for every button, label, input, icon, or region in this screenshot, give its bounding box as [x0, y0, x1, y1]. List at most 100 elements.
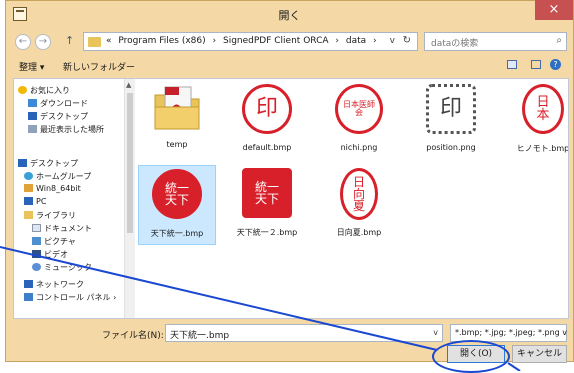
sidebar-item-pictures[interactable]: ピクチャ	[32, 236, 76, 248]
breadcrumb-signedpdf[interactable]: SignedPDF Client ORCA	[223, 36, 329, 46]
back-button[interactable]: ←	[15, 34, 31, 50]
filename-field[interactable]: 天下統一.bmp v	[165, 324, 443, 342]
chevron-down-icon[interactable]: v	[433, 328, 438, 337]
seal-thumbnail: 印	[239, 84, 295, 140]
folder-pdf-icon	[149, 81, 205, 137]
sidebar-item-favorites[interactable]: お気に入り	[18, 85, 70, 97]
open-file-dialog: 開く × ← → ↑ « Program Files (x86) › Signe…	[5, 0, 574, 363]
seal-image: 印	[426, 84, 476, 134]
content-area: お気に入り ダウンロード デスクトップ 最近表示した場所 デスクトップ ホームグ…	[13, 78, 569, 319]
new-folder-button[interactable]: 新しいフォルダー	[63, 60, 135, 73]
filename-value[interactable]: 天下統一.bmp	[170, 328, 229, 341]
seal-thumbnail: 日向夏	[331, 168, 387, 224]
seal-thumbnail: 印	[423, 84, 479, 140]
breadcrumb-data[interactable]: data	[346, 36, 366, 46]
control-panel-icon	[24, 293, 33, 301]
sidebar-item-videos[interactable]: ビデオ	[32, 249, 68, 261]
file-type-filter[interactable]: *.bmp; *.jpg; *.jpeg; *.png v	[450, 324, 567, 342]
search-input[interactable]: dataの検索	[431, 36, 478, 49]
homegroup-icon	[24, 172, 33, 180]
refresh-icon[interactable]: ↻	[403, 35, 411, 46]
file-item-tenka-toitsu-2[interactable]: 統一天下 天下統一２.bmp	[228, 165, 306, 238]
file-name: default.bmp	[242, 143, 292, 152]
navigation-pane: お気に入り ダウンロード デスクトップ 最近表示した場所 デスクトップ ホームグ…	[14, 79, 124, 318]
up-button[interactable]: ↑	[65, 34, 74, 47]
sidebar-item-documents[interactable]: ドキュメント	[32, 223, 92, 235]
help-icon[interactable]: ?	[550, 59, 561, 70]
network-icon	[24, 280, 33, 288]
file-name: nichi.png	[340, 143, 378, 152]
forward-button[interactable]: →	[35, 34, 51, 50]
sidebar-item-libraries[interactable]: ライブラリ	[24, 210, 76, 222]
search-box[interactable]: dataの検索 ⌕	[424, 32, 567, 51]
scroll-up-arrow-icon[interactable]: ▲	[126, 81, 131, 89]
cancel-button[interactable]: キャンセル	[512, 345, 567, 363]
close-button[interactable]: ×	[535, 0, 573, 20]
download-icon	[28, 99, 37, 107]
filename-label: ファイル名(N):	[102, 331, 164, 341]
file-name: 日向夏.bmp	[336, 228, 382, 237]
sidebar-item-downloads[interactable]: ダウンロード	[28, 98, 88, 110]
file-item-position[interactable]: 印 position.png	[412, 81, 490, 152]
seal-image: 日本	[522, 84, 564, 134]
pc-icon	[24, 197, 33, 205]
breadcrumb-overflow[interactable]: «	[106, 36, 112, 46]
video-icon	[32, 250, 41, 258]
sidebar-scrollbar[interactable]: ▲	[124, 79, 135, 318]
address-bar[interactable]: « Program Files (x86) › SignedPDF Client…	[83, 32, 418, 51]
seal-image: 統一天下	[152, 169, 202, 219]
title-bar: 開く ×	[6, 0, 573, 29]
chevron-down-icon[interactable]: v	[390, 36, 395, 46]
file-item-default[interactable]: 印 default.bmp	[228, 81, 306, 152]
seal-thumbnail: 日本	[515, 84, 568, 140]
breadcrumb-separator[interactable]: ›	[213, 36, 217, 46]
file-list: temp 印 default.bmp 日本医師会 nichi.png 印 pos…	[136, 79, 568, 318]
sidebar-item-homegroup[interactable]: ホームグループ	[24, 171, 91, 183]
seal-image: 日向夏	[340, 168, 378, 220]
file-name: position.png	[426, 143, 476, 152]
desktop-icon	[18, 159, 27, 167]
user-icon	[24, 184, 33, 192]
sidebar-item-recent-places[interactable]: 最近表示した場所	[28, 124, 104, 136]
sidebar-item-network[interactable]: ネットワーク	[24, 279, 84, 291]
open-button[interactable]: 開く(O)	[447, 345, 505, 363]
desktop-icon	[28, 112, 37, 120]
documents-icon	[32, 224, 41, 232]
sidebar-item-music[interactable]: ミュージック	[32, 262, 92, 274]
sidebar-item-user[interactable]: Win8_64bit	[24, 184, 81, 196]
breadcrumb: « Program Files (x86) › SignedPDF Client…	[106, 36, 381, 46]
star-icon	[18, 86, 27, 94]
file-item-hyuganatsu[interactable]: 日向夏 日向夏.bmp	[320, 165, 398, 238]
file-name: temp	[166, 140, 188, 149]
seal-thumbnail: 日本医師会	[331, 84, 387, 140]
pictures-icon	[32, 237, 41, 245]
file-name: ヒノモト.bmp	[516, 144, 569, 153]
folder-icon	[88, 37, 101, 47]
file-item-nichi[interactable]: 日本医師会 nichi.png	[320, 81, 398, 152]
sidebar-item-desktop[interactable]: デスクトップ	[28, 111, 88, 123]
seal-image: 日本医師会	[335, 84, 383, 134]
breadcrumb-separator[interactable]: ›	[373, 36, 377, 46]
file-item-temp[interactable]: temp	[138, 81, 216, 149]
sidebar-item-pc[interactable]: PC	[24, 197, 46, 209]
breadcrumb-separator[interactable]: ›	[335, 36, 339, 46]
navigation-bar: ← → ↑ « Program Files (x86) › SignedPDF …	[13, 31, 567, 53]
view-options-icon[interactable]	[507, 60, 517, 69]
file-name: 天下統一.bmp	[150, 229, 204, 238]
recent-places-icon	[28, 125, 37, 133]
organize-button[interactable]: 整理 ▾	[19, 60, 44, 73]
preview-pane-icon[interactable]	[531, 60, 541, 69]
scroll-thumb[interactable]	[127, 93, 133, 233]
breadcrumb-program-files[interactable]: Program Files (x86)	[118, 36, 205, 46]
sidebar-item-desktop-root[interactable]: デスクトップ	[18, 158, 78, 170]
sidebar-item-control-panel[interactable]: コントロール パネル ›	[24, 292, 116, 304]
command-bar: 整理 ▾ 新しいフォルダー ?	[13, 55, 567, 77]
seal-image: 印	[242, 84, 292, 134]
search-icon[interactable]: ⌕	[556, 35, 562, 46]
file-type-value[interactable]: *.bmp; *.jpg; *.jpeg; *.png v	[455, 328, 567, 337]
file-name: 天下統一２.bmp	[236, 228, 298, 237]
bottom-panel: ファイル名(N): 天下統一.bmp v *.bmp; *.jpg; *.jpe…	[13, 319, 569, 363]
music-icon	[32, 263, 41, 271]
file-item-tenka-toitsu[interactable]: 統一天下 天下統一.bmp	[138, 165, 216, 245]
file-item-hinomoto[interactable]: 日本 ヒノモト.bmp	[504, 81, 569, 154]
